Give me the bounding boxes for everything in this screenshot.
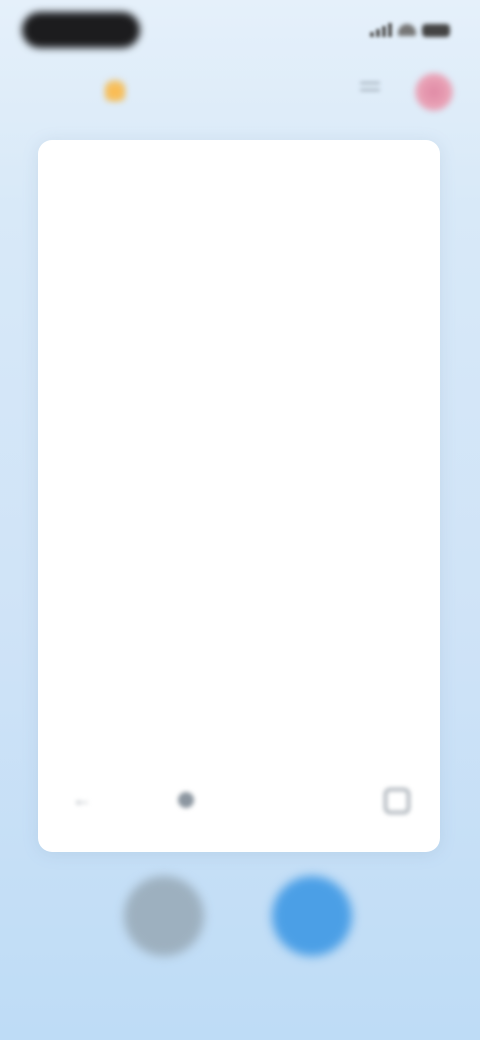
speak-button[interactable]: [178, 788, 302, 812]
top-bar: [0, 62, 480, 118]
square-icon[interactable]: [384, 788, 410, 814]
forget-button[interactable]: [124, 876, 204, 956]
dynamic-island: [22, 12, 140, 48]
bottom-actions: [0, 866, 480, 1006]
flame-icon[interactable]: [104, 76, 126, 102]
flashcard[interactable]: ←: [38, 140, 440, 852]
page-title: [210, 82, 270, 98]
know-button[interactable]: [272, 876, 352, 956]
signal-icon: [370, 23, 392, 37]
status-bar: [0, 0, 480, 70]
arrow-left-icon[interactable]: ←: [72, 790, 100, 810]
card-footer: ←: [38, 780, 440, 820]
avatar[interactable]: [414, 72, 454, 112]
menu-icon[interactable]: [360, 82, 380, 98]
battery-icon: [422, 23, 450, 37]
status-icons: [358, 22, 450, 38]
wifi-icon: [398, 24, 416, 36]
speaker-icon: [178, 792, 194, 808]
